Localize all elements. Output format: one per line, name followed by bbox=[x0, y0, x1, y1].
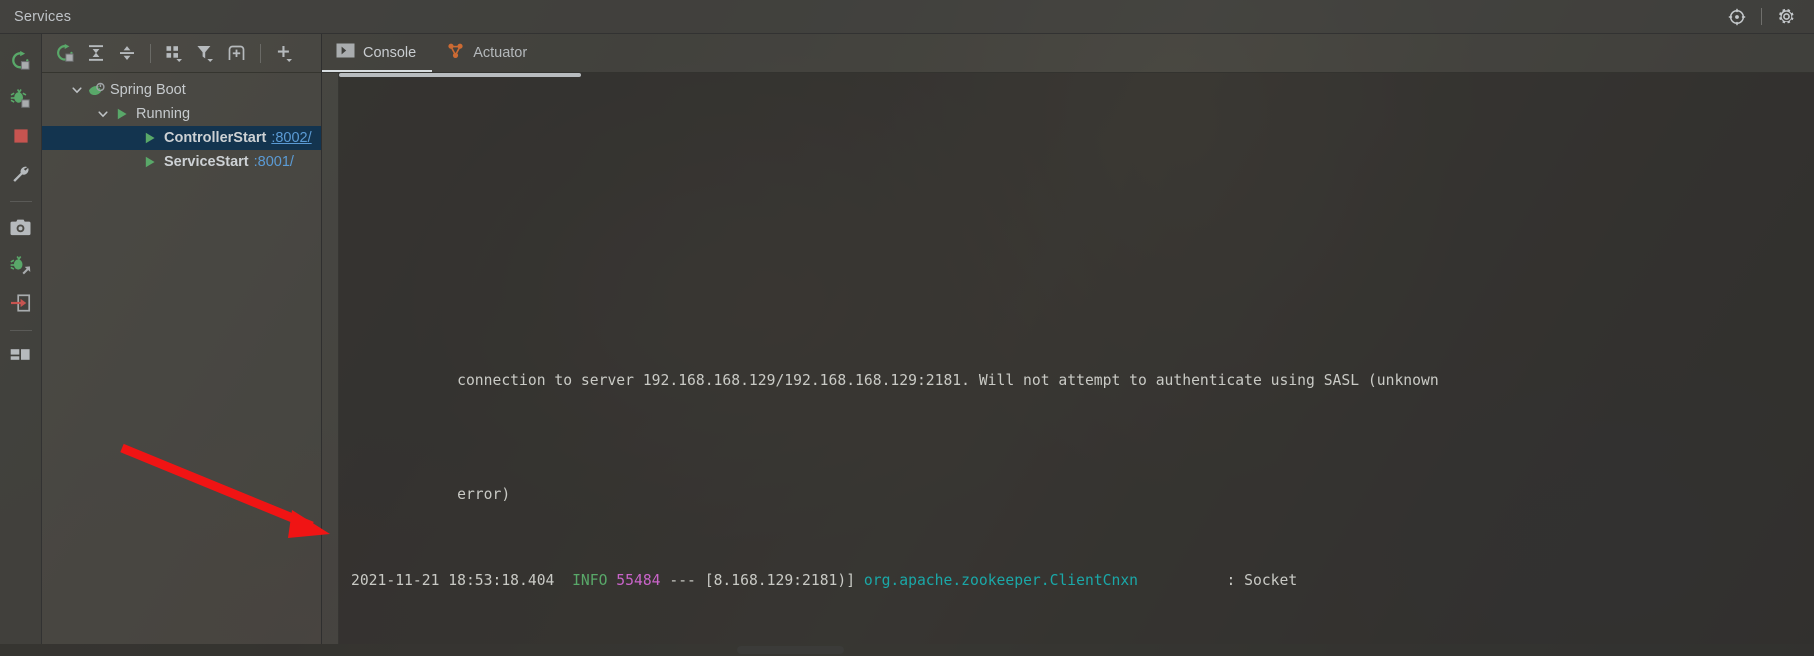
page-title: Services bbox=[14, 8, 72, 25]
log-separator: --- bbox=[669, 572, 696, 590]
chevron-down-icon[interactable] bbox=[68, 78, 86, 102]
layout-icon[interactable] bbox=[6, 340, 36, 372]
title-bar: Services bbox=[0, 0, 1814, 34]
spring-boot-icon bbox=[86, 78, 106, 102]
console-area: Console Actuator connection to server 19… bbox=[322, 34, 1814, 644]
log-thread: [8.168.129:2181)] bbox=[704, 572, 856, 590]
run-green-triangle-icon bbox=[140, 126, 160, 150]
settings-wrench-icon[interactable] bbox=[6, 158, 36, 190]
scrollbar-thumb[interactable] bbox=[339, 73, 581, 77]
services-tree: Spring Boot Running ControllerStart:800… bbox=[42, 73, 321, 644]
services-tool-window: Services Spring Boot Running ControllerS… bbox=[0, 0, 1814, 656]
tree-node-service-start[interactable]: ServiceStart :8001/ bbox=[42, 150, 321, 174]
tab-actuator[interactable]: Actuator bbox=[432, 35, 543, 72]
stop-icon[interactable] bbox=[6, 120, 36, 152]
expand-all-button[interactable] bbox=[81, 39, 110, 67]
settings-gear-icon[interactable] bbox=[1771, 2, 1801, 32]
toolbar-divider-2 bbox=[260, 43, 261, 63]
log-timestamp: 2021-11-21 18:53:18.404 bbox=[351, 572, 555, 590]
target-icon[interactable] bbox=[1722, 2, 1752, 32]
tab-label: Console bbox=[363, 44, 417, 61]
services-tree-panel: Spring Boot Running ControllerStart:800… bbox=[42, 34, 322, 644]
collapse-all-button[interactable] bbox=[112, 39, 141, 67]
tab-label: Actuator bbox=[473, 44, 528, 61]
log-pid: 55484 bbox=[616, 572, 661, 590]
console-line: 2021-11-21 18:53:18.404 INFO 55484 --- [… bbox=[351, 567, 1814, 596]
tree-node-label: Spring Boot bbox=[110, 82, 186, 98]
tree-node-label: ServiceStart bbox=[164, 154, 249, 170]
titlebar-divider bbox=[1761, 8, 1762, 25]
console-wrap: o.a.z.ClientCnxn : Opening connection to… bbox=[322, 73, 1814, 644]
add-frame-button[interactable] bbox=[222, 39, 251, 67]
tab-console[interactable]: Console bbox=[322, 35, 433, 72]
console-icon bbox=[336, 43, 355, 62]
services-tree-toolbar bbox=[42, 34, 321, 73]
exit-icon[interactable] bbox=[6, 287, 36, 319]
console-clipped-line: o.a.z.ClientCnxn : Opening bbox=[351, 245, 1814, 253]
run-green-triangle-icon bbox=[112, 102, 132, 126]
run-actions-rail bbox=[0, 34, 42, 644]
actuator-icon bbox=[446, 43, 465, 63]
group-by-button[interactable] bbox=[160, 39, 189, 67]
rail-divider-1 bbox=[9, 201, 32, 202]
log-level: INFO bbox=[572, 572, 608, 590]
log-message: : Socket bbox=[1226, 572, 1298, 590]
run-green-triangle-icon bbox=[140, 150, 160, 174]
body-row: Spring Boot Running ControllerStart:800… bbox=[0, 34, 1814, 644]
console-horizontal-scrollbar[interactable] bbox=[339, 73, 1814, 77]
tree-node-spring-boot[interactable]: Spring Boot bbox=[42, 78, 321, 102]
console-line-text: error) bbox=[457, 486, 511, 504]
tree-node-label: ControllerStart bbox=[164, 130, 267, 146]
console-tabs: Console Actuator bbox=[322, 34, 1814, 73]
chevron-down-icon[interactable] bbox=[94, 102, 112, 126]
tree-node-label: Running bbox=[136, 106, 191, 122]
console-line-text: connection to server 192.168.168.129/192… bbox=[457, 371, 1439, 389]
tree-node-port-link[interactable]: :8001/ bbox=[254, 154, 294, 170]
console-gutter bbox=[322, 73, 339, 644]
console-line: connection to server 192.168.168.129/192… bbox=[351, 338, 1814, 389]
rerun-service-button[interactable] bbox=[50, 39, 79, 67]
rail-divider-2 bbox=[9, 330, 32, 331]
toolbar-divider-1 bbox=[150, 43, 151, 63]
debug-icon[interactable] bbox=[6, 82, 36, 114]
console-output[interactable]: o.a.z.ClientCnxn : Opening connection to… bbox=[339, 73, 1814, 644]
bottom-scrollbar-thumb[interactable] bbox=[737, 646, 844, 654]
rerun-icon[interactable] bbox=[6, 44, 36, 76]
camera-icon[interactable] bbox=[6, 211, 36, 243]
console-line: error) bbox=[351, 453, 1814, 503]
attach-debugger-icon[interactable] bbox=[6, 249, 36, 281]
titlebar-actions bbox=[1722, 2, 1814, 32]
tree-node-port-link[interactable]: :8002/ bbox=[271, 130, 311, 146]
tree-node-controller-start[interactable]: ControllerStart :8002/ bbox=[42, 126, 321, 150]
filter-button[interactable] bbox=[191, 39, 220, 67]
add-service-button[interactable] bbox=[270, 39, 299, 67]
tree-node-running[interactable]: Running bbox=[42, 102, 321, 126]
bottom-scrollbar[interactable] bbox=[0, 644, 1814, 656]
log-logger: org.apache.zookeeper.ClientCnxn bbox=[863, 572, 1139, 590]
